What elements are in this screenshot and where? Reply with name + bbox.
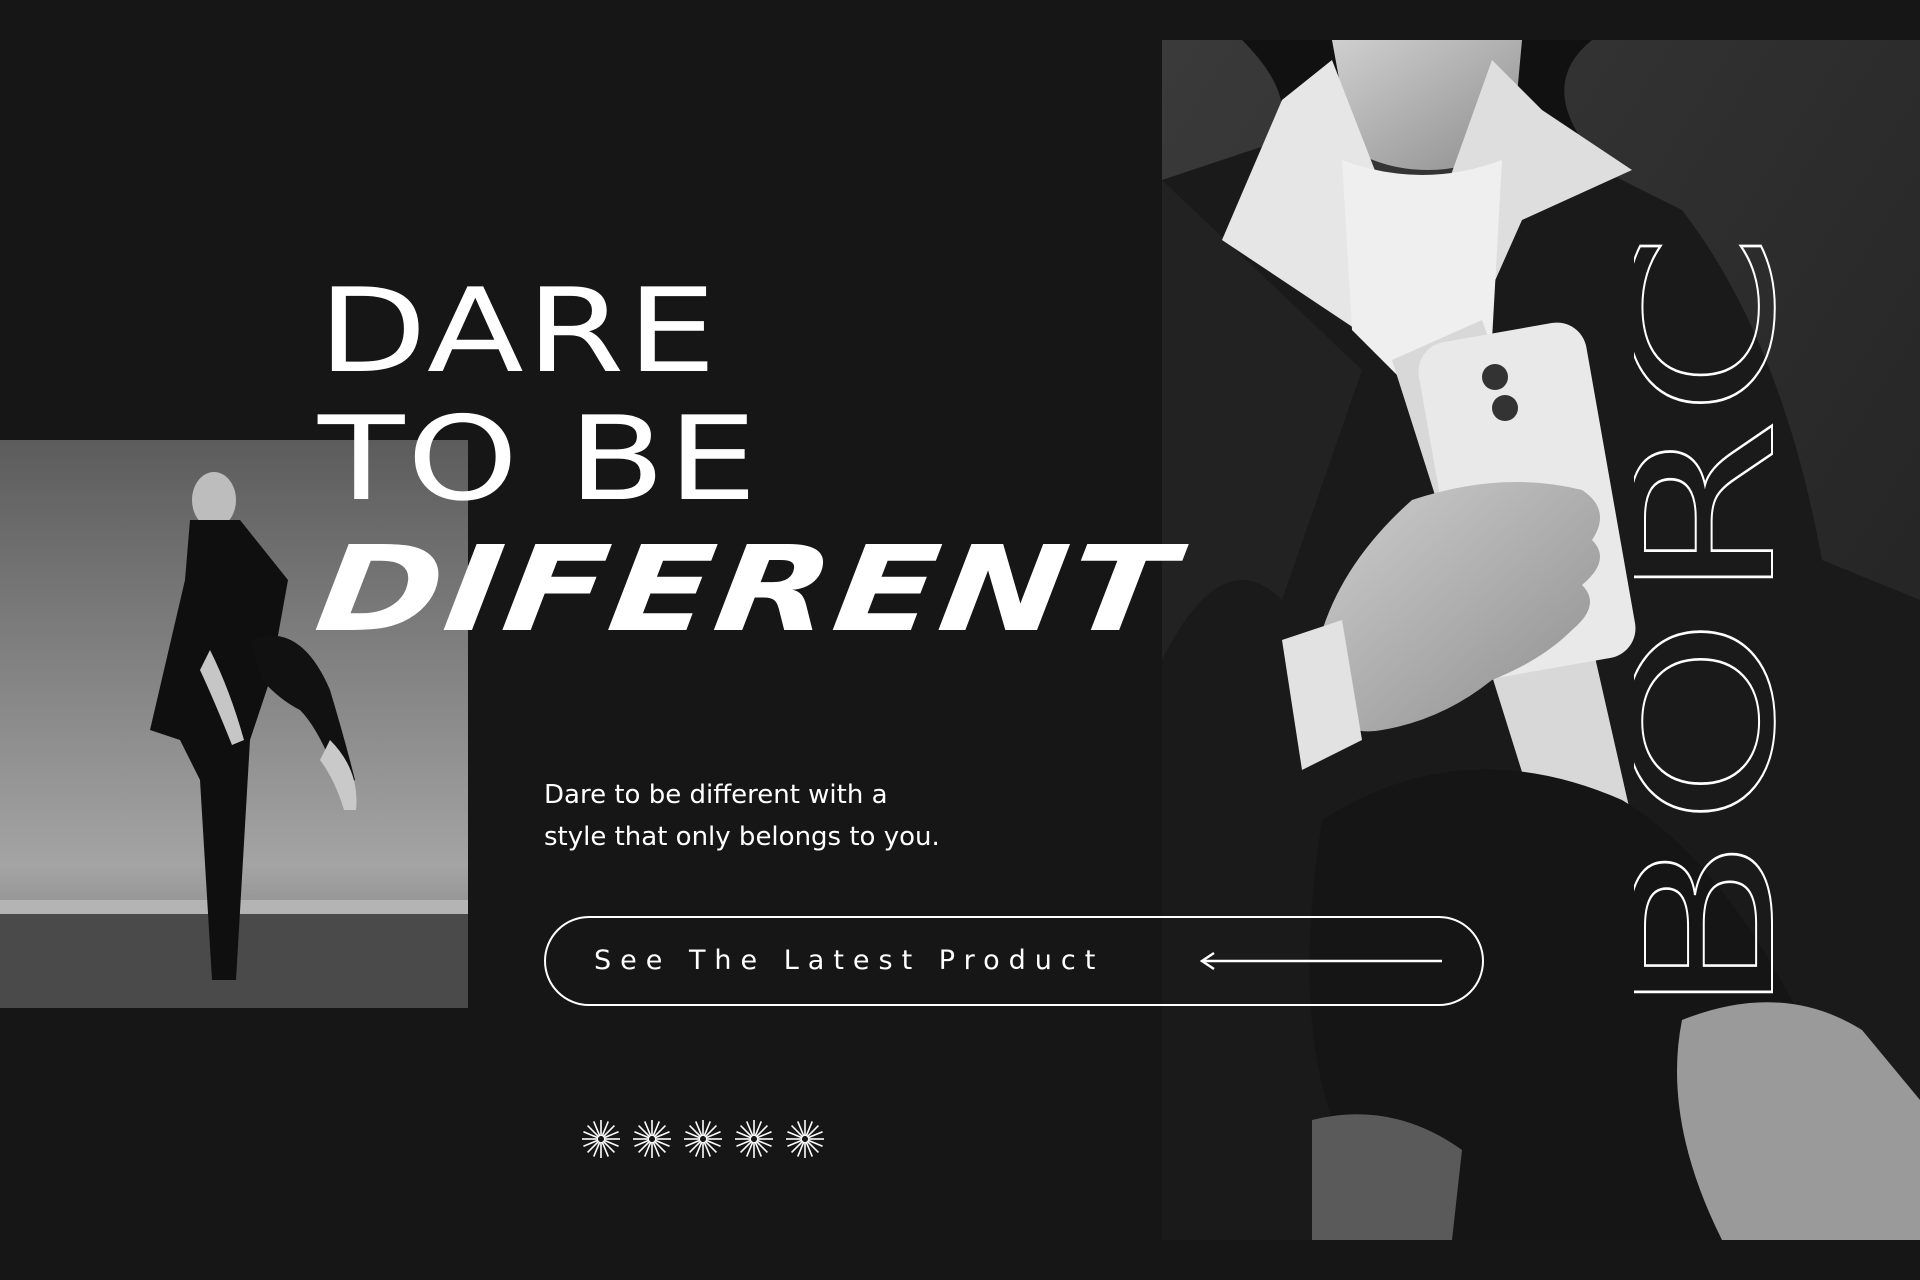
tagline: Dare to be different with a style that o… [544,774,1004,858]
headline-line-1: DARE [318,264,719,399]
brand-wordmark-vertical: BORC [1634,217,1794,1019]
starburst-icon [582,1120,620,1158]
hero-photo-illustration [1162,40,1920,1240]
decorative-stars [580,1118,830,1160]
starburst-icon [684,1120,722,1158]
tagline-line-2: style that only belongs to you. [544,822,940,852]
hero-photo [1162,40,1920,1240]
headline-line-3: DIFERENT [308,520,1185,658]
starburst-icon [735,1120,773,1158]
headline: DARE TO BE DIFERENT [309,268,1185,659]
starburst-icon [633,1120,671,1158]
see-latest-product-button[interactable]: See The Latest Product [544,916,1484,1006]
tagline-line-1: Dare to be different with a [544,780,888,810]
headline-line-2: TO BE [318,392,760,527]
brand-wordmark: BORC [1634,218,1794,1018]
starburst-icon [786,1120,824,1158]
arrow-left-icon [1199,951,1442,971]
cta-label: See The Latest Product [594,945,1105,976]
